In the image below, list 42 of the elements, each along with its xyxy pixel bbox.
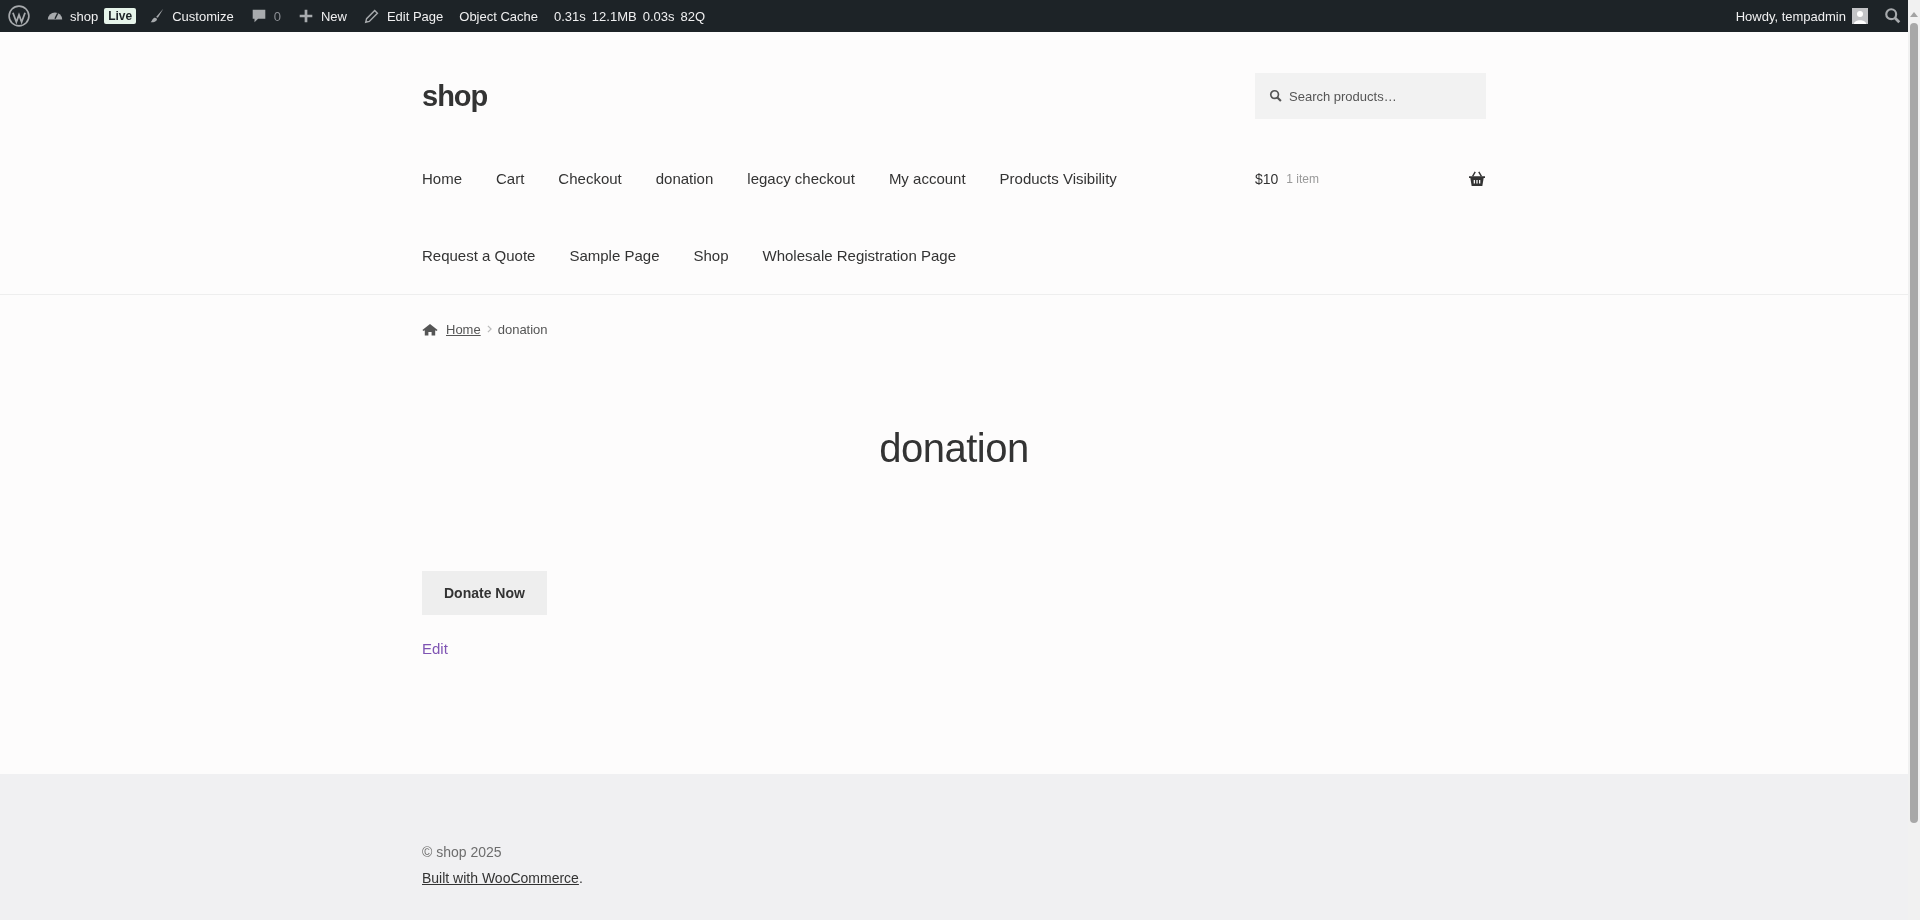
- home-icon: [422, 322, 438, 336]
- mini-cart-summary[interactable]: $10 1 item: [1255, 140, 1486, 217]
- scrollbar[interactable]: [1908, 0, 1920, 920]
- nav-link[interactable]: My account: [888, 140, 966, 217]
- performance-stat: 0.31s: [554, 8, 586, 24]
- nav-link[interactable]: Cart: [496, 140, 525, 217]
- copyright-text: © shop 2025: [422, 843, 503, 862]
- nav-link[interactable]: Home: [422, 140, 462, 217]
- performance-stat: 12.1MB: [591, 8, 637, 24]
- performance-stat: 82Q: [680, 8, 706, 24]
- breadcrumb-link[interactable]: Home: [446, 321, 481, 337]
- wordpress-logo-icon: [8, 5, 30, 27]
- page-title: donation: [878, 425, 1030, 472]
- nav-link[interactable]: Checkout: [558, 140, 622, 217]
- admin-bar-link[interactable]: New: [288, 0, 355, 32]
- nav-link[interactable]: legacy checkout: [747, 140, 855, 217]
- site-title[interactable]: shop: [422, 79, 488, 113]
- account-menu[interactable]: Howdy, tempadmin: [1727, 0, 1876, 32]
- search-field[interactable]: Search products…: [1255, 73, 1486, 119]
- performance-stat: 0.03s: [642, 8, 675, 24]
- avatar-icon: [1852, 8, 1868, 24]
- nav-link[interactable]: donation: [655, 140, 714, 217]
- nav-link[interactable]: Request a Quote: [422, 217, 536, 294]
- nav-link[interactable]: Wholesale Registration Page: [762, 217, 956, 294]
- edit-link[interactable]: Edit: [422, 638, 448, 660]
- woocommerce-link[interactable]: Built with WooCommerce: [422, 870, 579, 886]
- nav-link[interactable]: Products Visibility: [999, 140, 1117, 217]
- pencil-icon: [362, 7, 381, 25]
- admin-bar-link[interactable]: shop: [38, 0, 107, 32]
- object-cache-menu[interactable]: Object Cache: [451, 0, 547, 32]
- nav-link[interactable]: Shop: [693, 217, 729, 294]
- admin-bar-link[interactable]: Customize: [140, 0, 242, 32]
- footer-credit: Built with WooCommerce.: [422, 869, 583, 888]
- admin-bar-link[interactable]: 0: [241, 0, 289, 32]
- basket-icon: [1468, 170, 1486, 187]
- search-icon: [1884, 7, 1902, 25]
- status-badge: Live: [104, 8, 137, 24]
- donate-button[interactable]: Donate Now: [422, 571, 547, 615]
- nav-link[interactable]: Sample Page: [569, 217, 660, 294]
- chevron-icon: [486, 325, 492, 333]
- admin-bar-link[interactable]: Edit Page: [354, 0, 452, 32]
- breadcrumb-current: donation: [497, 321, 548, 337]
